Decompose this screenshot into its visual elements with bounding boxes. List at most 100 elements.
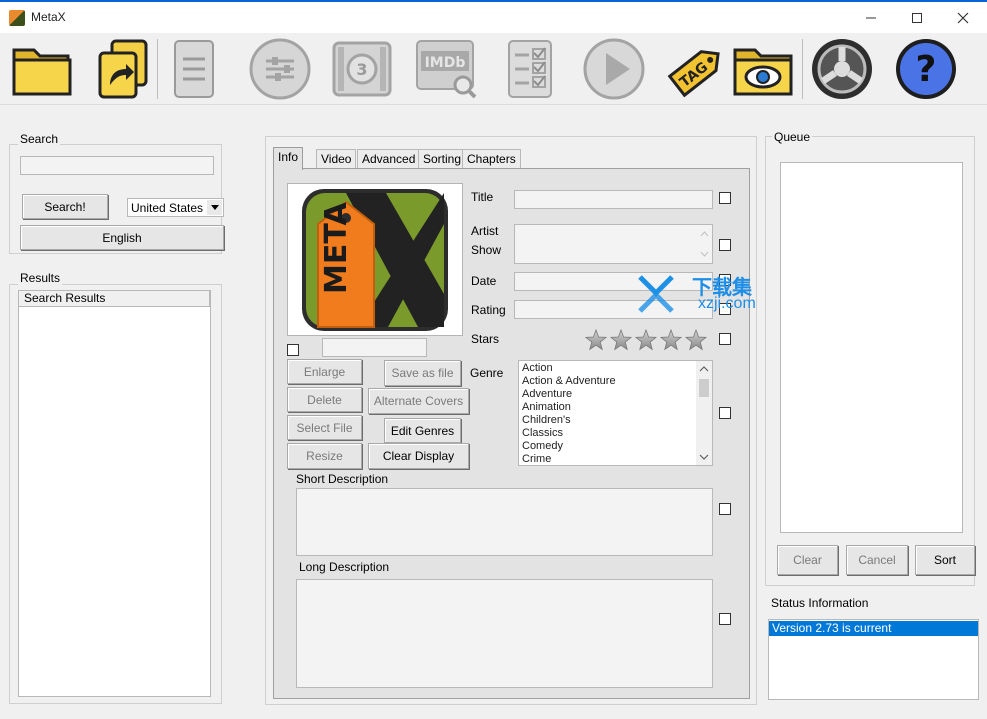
search-button[interactable]: Search! bbox=[22, 194, 108, 219]
results-column-header[interactable]: Search Results bbox=[19, 291, 210, 307]
scrollbar-arrows-icon bbox=[699, 366, 709, 460]
film-button[interactable]: 3 bbox=[328, 36, 396, 102]
open-file-icon bbox=[98, 39, 148, 99]
minimize-icon bbox=[866, 17, 876, 18]
select-file-button[interactable]: Select File bbox=[287, 415, 362, 440]
rating-label: Rating bbox=[471, 303, 506, 317]
alternate-covers-button[interactable]: Alternate Covers bbox=[368, 388, 469, 414]
open-folder-button[interactable] bbox=[8, 36, 76, 102]
search-group-label: Search bbox=[18, 132, 61, 146]
title-bar bbox=[0, 2, 987, 33]
auto-tag-icon: TAG bbox=[667, 50, 720, 98]
cover-art-image: META bbox=[302, 189, 448, 331]
short-description-label: Short Description bbox=[296, 472, 389, 486]
genre-item[interactable]: Classics bbox=[519, 427, 695, 440]
chevron-down-icon[interactable] bbox=[207, 200, 222, 215]
watch-folder-button[interactable] bbox=[730, 36, 798, 102]
genre-scrollbar[interactable] bbox=[696, 361, 712, 465]
settings-button[interactable] bbox=[246, 36, 314, 102]
star-icons bbox=[585, 329, 707, 350]
maximize-button[interactable] bbox=[894, 2, 940, 33]
short-description-field[interactable] bbox=[296, 488, 713, 556]
save-as-file-button[interactable]: Save as file bbox=[384, 360, 461, 386]
genre-item[interactable]: Crime bbox=[519, 453, 695, 466]
cover-art-frame[interactable]: META bbox=[287, 183, 463, 336]
film-countdown-icon: 3 bbox=[332, 41, 392, 97]
imdb-search-button[interactable]: IMDb bbox=[412, 36, 480, 102]
update-button[interactable] bbox=[808, 36, 876, 102]
short-description-checkbox[interactable] bbox=[719, 503, 731, 515]
date-field[interactable] bbox=[514, 272, 713, 291]
genre-item[interactable]: Adventure bbox=[519, 388, 695, 401]
file-cabinet-button[interactable] bbox=[160, 36, 228, 102]
title-field[interactable] bbox=[514, 190, 713, 209]
stars-checkbox[interactable] bbox=[719, 333, 731, 345]
artist-show-scrollbar[interactable] bbox=[697, 225, 712, 263]
queue-sort-button[interactable]: Sort bbox=[915, 545, 975, 575]
long-description-checkbox[interactable] bbox=[719, 613, 731, 625]
genre-item[interactable]: Animation bbox=[519, 401, 695, 414]
clear-display-button[interactable]: Clear Display bbox=[368, 443, 469, 469]
help-button[interactable]: ? bbox=[892, 36, 960, 102]
genre-item[interactable]: Action & Adventure bbox=[519, 375, 695, 388]
enlarge-button[interactable]: Enlarge bbox=[287, 359, 362, 384]
update-icon bbox=[812, 39, 872, 99]
long-description-field[interactable] bbox=[296, 579, 713, 688]
tab-chapters[interactable]: Chapters bbox=[462, 149, 521, 169]
edit-genres-button[interactable]: Edit Genres bbox=[384, 418, 461, 443]
genre-item[interactable]: Children's bbox=[519, 414, 695, 427]
stars-label: Stars bbox=[471, 332, 500, 346]
scroll-arrows-icon bbox=[700, 231, 709, 257]
tab-info[interactable]: Info bbox=[273, 147, 304, 170]
watermark-download-icon bbox=[638, 275, 674, 313]
cover-checkbox[interactable] bbox=[287, 344, 299, 356]
results-list[interactable]: Search Results bbox=[18, 290, 211, 697]
window-title: MetaX bbox=[31, 10, 66, 24]
close-icon bbox=[957, 12, 969, 23]
auto-tag-button[interactable]: TAG bbox=[662, 36, 730, 102]
minimize-button[interactable] bbox=[848, 2, 894, 33]
genre-item[interactable]: Action bbox=[519, 362, 695, 375]
open-file-button[interactable] bbox=[88, 36, 156, 102]
help-icon: ? bbox=[896, 39, 956, 99]
artist-show-field[interactable] bbox=[514, 224, 713, 264]
artist-show-checkbox[interactable] bbox=[719, 239, 731, 251]
settings-sliders-icon bbox=[249, 38, 311, 100]
queue-list[interactable] bbox=[780, 162, 963, 533]
play-icon bbox=[583, 38, 645, 100]
genre-item[interactable]: Comedy bbox=[519, 440, 695, 453]
tab-video[interactable]: Video bbox=[316, 149, 357, 169]
play-button[interactable] bbox=[580, 36, 648, 102]
queue-cancel-button[interactable]: Cancel bbox=[846, 545, 908, 575]
rating-field[interactable] bbox=[514, 300, 713, 319]
open-folder-icon bbox=[12, 48, 72, 96]
genre-label: Genre bbox=[470, 366, 504, 380]
title-checkbox[interactable] bbox=[719, 192, 731, 204]
svg-text:3: 3 bbox=[356, 60, 367, 79]
cover-art-text: META bbox=[319, 202, 354, 294]
delete-button[interactable]: Delete bbox=[287, 387, 362, 412]
app-icon bbox=[9, 10, 25, 26]
resize-button[interactable]: Resize bbox=[287, 443, 362, 469]
status-list[interactable]: Version 2.73 is current bbox=[768, 619, 979, 700]
queue-group-label: Queue bbox=[772, 130, 813, 144]
cover-dimensions-field[interactable] bbox=[322, 338, 427, 357]
country-select[interactable]: United States bbox=[127, 198, 224, 217]
genre-list[interactable]: Action Action & Adventure Adventure Anim… bbox=[518, 360, 713, 466]
close-button[interactable] bbox=[940, 2, 986, 33]
date-label: Date bbox=[471, 274, 497, 288]
checklist-button[interactable] bbox=[496, 36, 564, 102]
stars-rating[interactable] bbox=[585, 329, 711, 351]
status-line[interactable]: Version 2.73 is current bbox=[769, 621, 978, 636]
long-description-label: Long Description bbox=[299, 560, 390, 574]
queue-clear-button[interactable]: Clear bbox=[777, 545, 838, 575]
watermark-logo bbox=[636, 271, 680, 315]
svg-text:IMDb: IMDb bbox=[425, 55, 466, 71]
tab-advanced[interactable]: Advanced bbox=[357, 149, 421, 169]
toolbar-separator bbox=[802, 39, 803, 99]
language-button[interactable]: English bbox=[20, 225, 224, 250]
genre-checkbox[interactable] bbox=[719, 407, 731, 419]
search-input[interactable] bbox=[20, 156, 214, 175]
imdb-search-icon: IMDb bbox=[416, 40, 477, 99]
tab-sorting[interactable]: Sorting bbox=[418, 149, 467, 169]
